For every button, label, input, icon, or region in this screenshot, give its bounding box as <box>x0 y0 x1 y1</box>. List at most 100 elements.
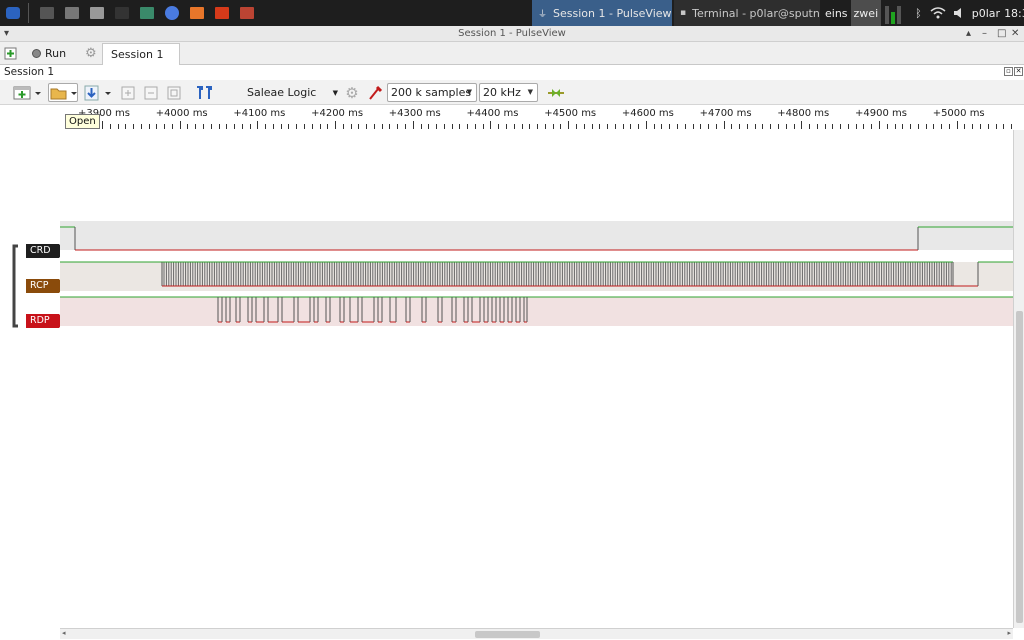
tab-session-1[interactable]: Session 1 <box>102 43 180 66</box>
ruler-tick <box>778 124 779 129</box>
wifi-icon[interactable] <box>930 7 946 19</box>
remote-icon[interactable] <box>136 2 158 24</box>
run-button[interactable]: Run <box>32 44 66 63</box>
bluetooth-icon[interactable]: ᛒ <box>915 7 922 20</box>
device-selector[interactable]: Saleae Logic ▼ <box>240 83 340 102</box>
menu-icon[interactable] <box>2 2 24 24</box>
ruler-tick <box>242 124 243 129</box>
channel-label-crd[interactable]: CRD <box>26 244 65 258</box>
open-button[interactable] <box>48 83 78 102</box>
device-settings-button[interactable]: ⚙ <box>85 44 97 63</box>
ruler-tick <box>700 124 701 129</box>
probe-icon <box>369 85 383 100</box>
close-window-icon[interactable]: ✕ <box>1011 26 1019 42</box>
workspace-zwei[interactable]: zwei <box>850 0 882 26</box>
ruler-tick <box>226 124 227 129</box>
decoder-button[interactable] <box>545 83 567 102</box>
add-view-button[interactable] <box>12 83 42 102</box>
terminal-icon[interactable] <box>111 2 133 24</box>
joystick-icon[interactable] <box>236 2 258 24</box>
save-button[interactable] <box>82 83 112 102</box>
ruler-tick <box>514 124 515 129</box>
sample-count-select[interactable]: 200 k samples ▼ <box>387 83 477 102</box>
ruler-tick <box>902 124 903 129</box>
ruler-tick <box>366 124 367 129</box>
chevron-down-icon: ▼ <box>332 88 338 97</box>
channel-label-rdp[interactable]: RDP <box>26 314 65 328</box>
horizontal-scrollbar[interactable]: ◂ ▸ <box>60 628 1013 639</box>
ruler-tick <box>817 124 818 129</box>
ruler-tick <box>304 124 305 129</box>
ruler-tick <box>1003 124 1004 129</box>
keep-above-icon[interactable]: ▴ <box>966 26 971 42</box>
zoom-in-button[interactable] <box>120 83 136 102</box>
ruler-tick <box>257 121 258 129</box>
ruler-tick <box>770 124 771 129</box>
task-terminal[interactable]: ▪ Terminal - p0lar@sputn... <box>674 0 820 26</box>
ruler-tick <box>374 124 375 129</box>
run-icon <box>32 49 41 58</box>
zoom-in-icon <box>121 86 135 99</box>
scroll-right-icon[interactable]: ▸ <box>1007 629 1011 637</box>
ruler-tick <box>964 124 965 129</box>
scroll-left-icon[interactable]: ◂ <box>62 629 66 637</box>
horizontal-scroll-thumb[interactable] <box>475 631 540 638</box>
ruler-tick-label: +4700 ms <box>699 108 752 119</box>
vertical-scrollbar[interactable] <box>1013 130 1024 628</box>
clock[interactable]: 18:37:08 <box>1004 7 1024 20</box>
zoom-fit-button[interactable] <box>166 83 182 102</box>
ruler-tick <box>436 124 437 129</box>
ruler-tick <box>731 124 732 129</box>
ruler-tick-label: +4800 ms <box>777 108 830 119</box>
chromium-icon[interactable] <box>161 2 183 24</box>
vertical-scroll-thumb[interactable] <box>1016 311 1023 623</box>
ruler-tick <box>716 124 717 129</box>
cursor-icon <box>197 85 212 99</box>
folder-icon <box>50 88 77 99</box>
zoom-out-button[interactable] <box>143 83 159 102</box>
trace-view[interactable] <box>60 130 1013 628</box>
ruler-tick <box>809 124 810 129</box>
probe-config-button[interactable] <box>366 83 384 102</box>
sample-rate-select[interactable]: 20 kHz ▼ <box>479 83 538 102</box>
ruler-tick <box>669 124 670 129</box>
ruler-tick <box>288 124 289 129</box>
settings-icon[interactable] <box>86 2 108 24</box>
chevron-down-icon: ▼ <box>527 88 533 96</box>
ruler-tick <box>755 124 756 129</box>
window-titlebar: ▾ Session 1 - PulseView ▴ – □ ✕ <box>0 26 1024 42</box>
ruler-tick <box>413 121 414 129</box>
cursor-button[interactable] <box>193 83 215 102</box>
ruler-tick <box>405 124 406 129</box>
ruler-tick <box>389 124 390 129</box>
ruler-tick <box>693 124 694 129</box>
ruler-tick <box>1011 124 1012 129</box>
3d-app-icon[interactable] <box>211 2 233 24</box>
desktop-icon[interactable] <box>36 2 58 24</box>
ruler-tick <box>475 124 476 129</box>
workspace-eins[interactable]: eins <box>822 0 851 26</box>
download-icon <box>84 85 111 100</box>
ruler-tick <box>444 124 445 129</box>
ruler-tick <box>941 124 942 129</box>
ruler-tick <box>677 124 678 129</box>
channel-label-rcp[interactable]: RCP <box>26 279 65 293</box>
ruler-tick <box>980 124 981 129</box>
float-dock-icon[interactable]: ▫ <box>1004 67 1013 76</box>
window-menu-icon[interactable]: ▾ <box>4 26 9 42</box>
minimize-icon[interactable]: – <box>982 26 987 42</box>
ruler-tick <box>421 124 422 129</box>
ruler-tick <box>483 124 484 129</box>
ruler-tick <box>459 124 460 129</box>
maximize-icon[interactable]: □ <box>997 26 1006 42</box>
ruler-tick <box>522 124 523 129</box>
new-session-button[interactable] <box>4 44 17 63</box>
volume-icon[interactable] <box>952 6 966 20</box>
firefox-icon[interactable] <box>186 2 208 24</box>
close-dock-icon[interactable]: ✕ <box>1014 67 1023 76</box>
task-pulseview[interactable]: ⏚ Session 1 - PulseView <box>532 0 672 26</box>
time-ruler[interactable]: +3900 ms +4000 ms +4100 ms +4200 ms +4300 ms… <box>60 105 1013 130</box>
device-config-button[interactable]: ⚙ <box>343 83 361 102</box>
ruler-tick <box>576 124 577 129</box>
folder-icon[interactable] <box>61 2 83 24</box>
